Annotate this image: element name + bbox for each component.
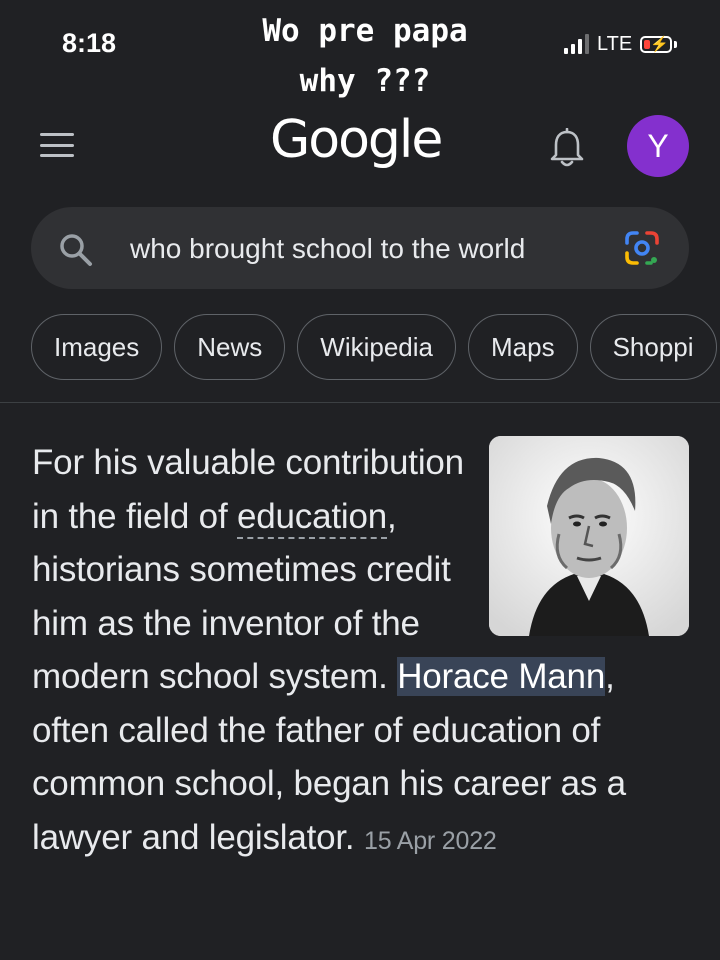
battery-icon: ⚡ <box>640 35 673 53</box>
chip-images[interactable]: Images <box>31 314 163 380</box>
overlay-caption: Wo pre papa why ??? <box>262 13 468 99</box>
portrait-illustration <box>489 436 689 636</box>
hamburger-icon[interactable] <box>40 133 74 157</box>
google-logo[interactable]: Google <box>270 110 443 170</box>
snippet-date: 15 Apr 2022 <box>363 826 497 855</box>
chip-news[interactable]: News <box>174 314 286 380</box>
search-icon <box>60 234 92 266</box>
status-indicators: LTE ⚡ <box>564 32 678 56</box>
status-time: 8:18 <box>62 28 117 58</box>
avatar[interactable]: Y <box>627 115 689 177</box>
google-lens-icon[interactable] <box>623 229 661 267</box>
chip-maps[interactable]: Maps <box>468 314 578 380</box>
search-query[interactable]: who brought school to the world <box>130 230 525 268</box>
signal-icon <box>564 34 589 54</box>
portrait-image[interactable] <box>489 436 689 636</box>
featured-snippet: For his valuable contribution in the fie… <box>32 436 689 868</box>
chip-shopping[interactable]: Shoppi <box>589 314 717 380</box>
bell-icon[interactable] <box>549 128 585 168</box>
education-link[interactable]: education <box>237 496 387 539</box>
filter-chips: Images News Wikipedia Maps Shoppi <box>31 314 717 380</box>
charging-icon: ⚡ <box>650 35 669 53</box>
divider <box>0 402 720 403</box>
chip-wikipedia[interactable]: Wikipedia <box>297 314 456 380</box>
highlighted-answer: Horace Mann <box>397 657 606 696</box>
battery-tip <box>674 40 678 48</box>
network-type: LTE <box>597 32 633 55</box>
